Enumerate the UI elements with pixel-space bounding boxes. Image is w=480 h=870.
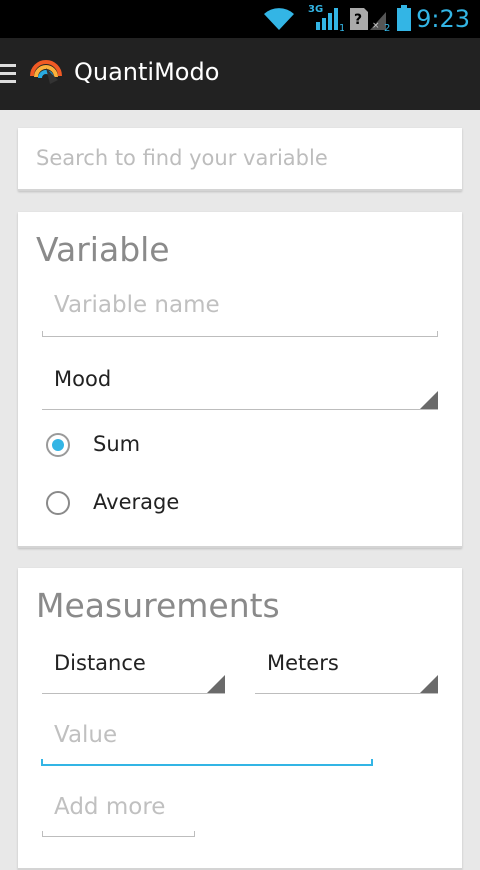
measurements-card: Measurements Distance Meters — [18, 568, 462, 870]
wifi-icon — [264, 8, 294, 30]
radio-option-sum[interactable]: Sum — [46, 432, 346, 462]
variable-name-underline — [42, 336, 438, 337]
underline-edge-right — [437, 331, 438, 337]
radio-average-label: Average — [93, 490, 180, 514]
status-bar: 3G 1 ? × 2 9:23 — [0, 0, 480, 38]
measurements-section-title: Measurements — [36, 586, 280, 625]
app-title: QuantiModo — [74, 58, 220, 86]
variable-name-field[interactable] — [54, 292, 434, 318]
action-bar: QuantiModo — [0, 38, 480, 110]
signal-3g-icon: 3G 1 — [308, 4, 344, 32]
menu-icon[interactable] — [0, 64, 16, 84]
clock: 9:23 — [416, 5, 470, 33]
variable-category-spinner[interactable]: Mood — [42, 362, 438, 410]
focus-edge-left — [41, 759, 43, 765]
variable-section-title: Variable — [36, 230, 170, 269]
spinner-underline — [42, 693, 225, 694]
focus-edge-right — [371, 759, 373, 765]
measurement-unit-spinner[interactable]: Meters — [255, 648, 438, 694]
measurement-category-value: Distance — [54, 651, 146, 675]
dropdown-arrow-icon — [420, 391, 438, 409]
search-card — [18, 128, 462, 191]
dropdown-arrow-icon — [207, 675, 225, 693]
spinner-underline — [42, 409, 438, 410]
add-more-underline — [42, 836, 195, 837]
svg-text:1: 1 — [339, 23, 344, 32]
svg-text:×: × — [372, 21, 380, 31]
radio-sum-label: Sum — [93, 432, 141, 456]
underline-edge-left — [42, 331, 43, 337]
svg-text:?: ? — [354, 12, 362, 28]
radio-option-average[interactable]: Average — [46, 490, 346, 520]
value-field[interactable] — [54, 722, 374, 748]
svg-text:2: 2 — [384, 23, 390, 32]
battery-icon — [397, 5, 411, 31]
value-field-focus-underline — [41, 764, 373, 766]
quantimodo-logo-icon[interactable] — [28, 54, 64, 90]
variable-category-value: Mood — [54, 367, 112, 391]
measurement-category-spinner[interactable]: Distance — [42, 648, 225, 694]
dropdown-arrow-icon — [420, 675, 438, 693]
radio-average[interactable] — [46, 491, 70, 515]
underline-edge-right — [194, 831, 195, 837]
no-sim-icon: ? × 2 — [350, 8, 390, 32]
measurement-unit-value: Meters — [267, 651, 339, 675]
radio-sum[interactable] — [46, 433, 70, 457]
variable-card: Variable Mood Sum Average — [18, 212, 462, 548]
search-input[interactable] — [36, 146, 436, 170]
spinner-underline — [255, 693, 438, 694]
add-more-field[interactable] — [54, 794, 204, 820]
underline-edge-left — [42, 831, 43, 837]
